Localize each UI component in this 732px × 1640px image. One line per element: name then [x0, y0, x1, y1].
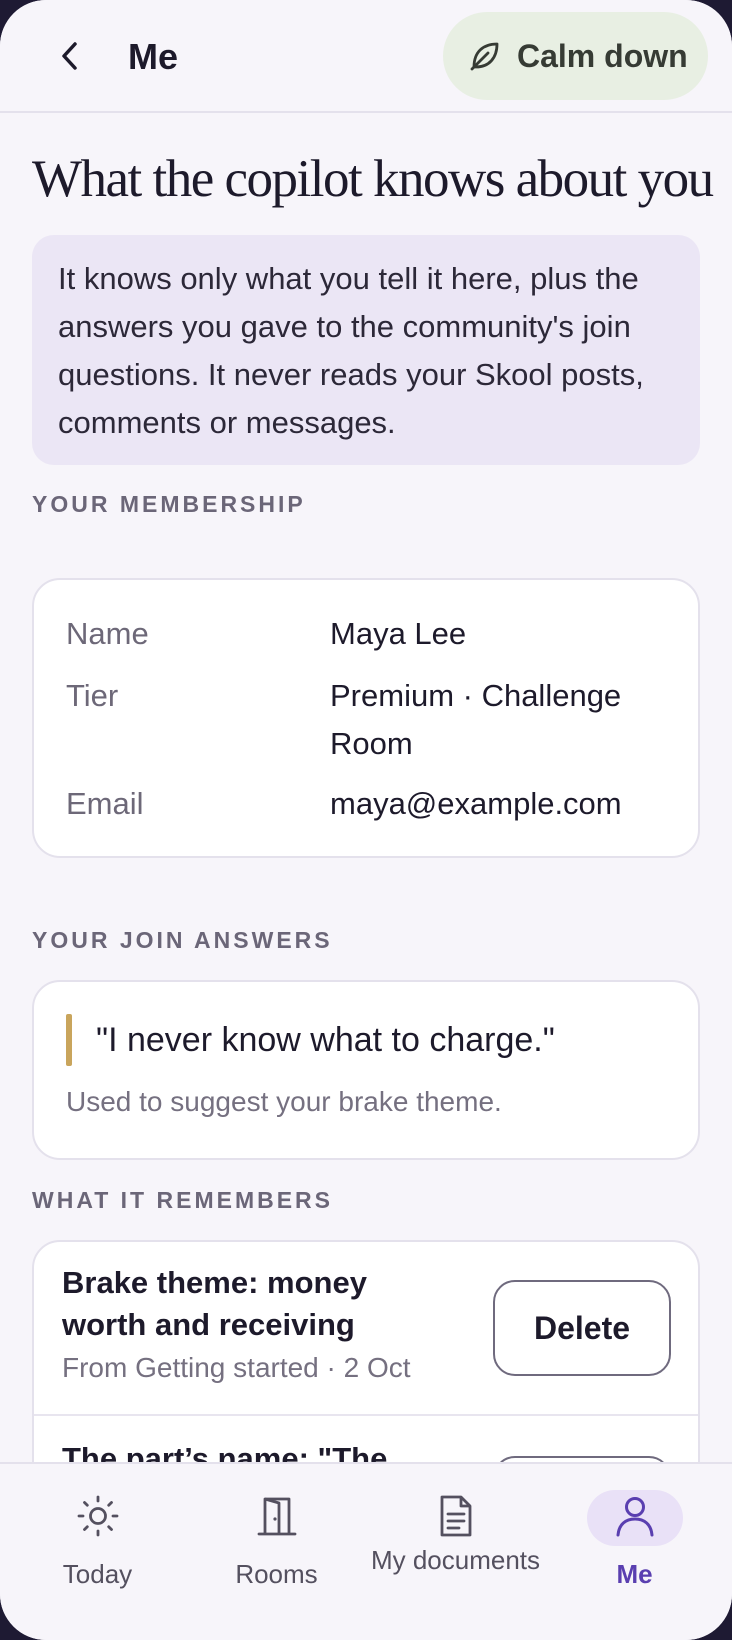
- nav-tab-rooms[interactable]: Rooms: [185, 1464, 368, 1640]
- quote-accent-bar: [66, 1014, 72, 1066]
- sun-icon: [77, 1495, 118, 1537]
- membership-section-label: YOUR MEMBERSHIP: [32, 491, 306, 517]
- membership-key: Name: [66, 616, 149, 651]
- back-button[interactable]: [48, 32, 92, 80]
- nav-tab-label: Rooms: [235, 1559, 318, 1589]
- calm-down-label: Calm down: [517, 37, 688, 74]
- person-icon: [616, 1497, 653, 1537]
- nav-tab-label: My documents: [370, 1545, 541, 1575]
- nav-tab-today[interactable]: Today: [6, 1464, 189, 1640]
- membership-key: Tier: [66, 678, 119, 713]
- memory-item-meta: From Getting started · 2 Oct: [62, 1352, 411, 1383]
- join-answer-note: Used to suggest your brake theme.: [66, 1086, 502, 1117]
- calm-down-button[interactable]: Calm down: [443, 12, 708, 100]
- memory-section-label: WHAT IT REMEMBERS: [32, 1187, 334, 1213]
- membership-card: Name Maya Lee Tier Premium · Challenge R…: [32, 578, 700, 858]
- memory-item-title: The part’s name: "The: [62, 1441, 388, 1463]
- app-screen: Me Calm down What the copilot knows abou…: [0, 0, 732, 1640]
- page-title: What the copilot knows about you: [32, 150, 714, 208]
- scroll-content[interactable]: What the copilot knows about you It know…: [0, 115, 732, 1463]
- nav-tab-label: Me: [616, 1559, 653, 1589]
- page-header-title: Me: [128, 36, 179, 77]
- join-answer-quote: "I never know what to charge.": [96, 1021, 555, 1059]
- nav-tab-me[interactable]: Me: [543, 1464, 726, 1640]
- membership-value: maya@example.com: [330, 786, 622, 821]
- memory-item-title: Brake theme: money worth and receiving: [62, 1265, 367, 1342]
- door-icon: [257, 1497, 296, 1536]
- membership-value: Maya Lee: [330, 616, 467, 651]
- join-answers-section-label: YOUR JOIN ANSWERS: [32, 927, 333, 953]
- chevron-left-icon: [62, 42, 77, 70]
- membership-value: Premium · Challenge Room: [330, 678, 622, 761]
- join-answer-card: "I never know what to charge." Used to s…: [32, 980, 700, 1160]
- nav-tab-my-documents[interactable]: My documents: [364, 1464, 547, 1640]
- privacy-info-box: It knows only what you tell it here, plu…: [32, 235, 700, 465]
- leaf-icon: [470, 42, 499, 71]
- nav-tab-label: Today: [62, 1559, 133, 1589]
- divider: [34, 1414, 698, 1416]
- memory-card: Brake theme: money worth and receiving F…: [32, 1240, 700, 1463]
- bottom-navigation: Today Rooms My documents Me: [0, 1462, 732, 1640]
- document-icon: [440, 1495, 471, 1537]
- delete-memory-button[interactable]: Delete: [493, 1280, 671, 1376]
- top-bar: Me Calm down: [0, 0, 732, 113]
- membership-key: Email: [66, 786, 144, 821]
